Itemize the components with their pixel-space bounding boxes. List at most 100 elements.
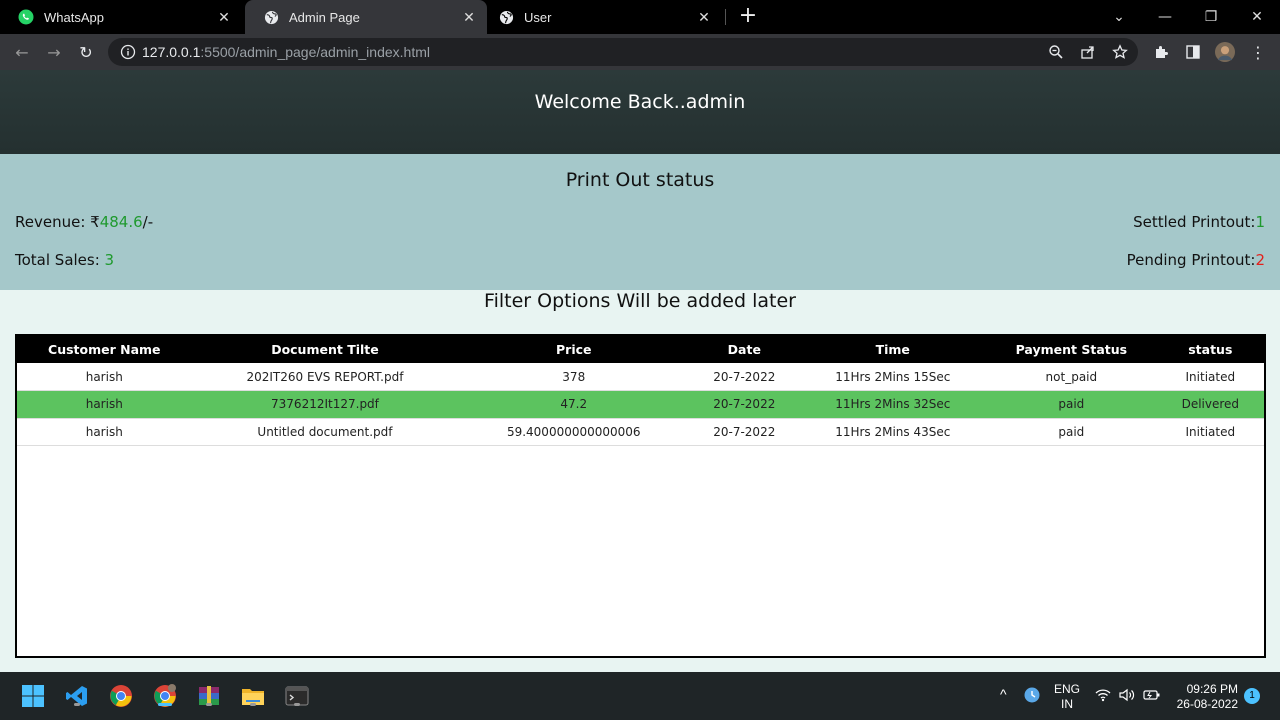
running-indicator [206,703,212,706]
pending-stat: Pending Printout:2 [1127,251,1265,269]
table-cell: Untitled document.pdf [191,418,459,447]
table-cell: 47.2 [458,390,690,419]
pending-value: 2 [1255,251,1265,269]
revenue-suffix: /- [142,213,154,231]
table-cell: paid [986,418,1157,447]
table-cell: Delivered [1156,390,1264,419]
table-cell: not_paid [986,363,1157,392]
table-row[interactable]: harish 202IT260 EVS REPORT.pdf 378 20-7-… [17,363,1264,392]
total-sales-label: Total Sales: [15,251,105,269]
language-code: ENG [1054,682,1081,696]
pending-label: Pending Printout: [1126,251,1256,269]
menu-icon[interactable]: ⋮ [1248,42,1268,62]
vscode-icon[interactable] [63,682,91,710]
close-window-icon[interactable]: ✕ [1234,0,1280,34]
print-status-panel: Print Out status Revenue: ₹484.6/- Total… [0,154,1280,290]
chrome-profile-icon[interactable] [151,682,179,710]
table-cell: 20-7-2022 [689,390,800,419]
new-tab-button[interactable]: + [737,5,759,27]
table-cell: Initiated [1156,363,1264,392]
settled-stat: Settled Printout:1 [1133,213,1265,231]
minimize-icon[interactable]: — [1142,0,1188,34]
chrome-icon[interactable] [107,682,135,710]
address-bar[interactable]: 127.0.0.1:5500/admin_page/admin_index.ht… [108,38,1138,66]
tab-whatsapp[interactable]: WhatsApp ✕ [0,0,242,34]
revenue-value: 484.6 [99,213,143,231]
globe-icon [263,9,279,25]
share-icon[interactable] [1078,42,1098,62]
settled-value: 1 [1255,213,1265,231]
tab-label: User [524,9,552,25]
tab-label: Admin Page [289,9,360,25]
language-indicator[interactable]: ENG IN [1054,682,1080,712]
close-icon[interactable]: ✕ [216,9,232,25]
column-header[interactable]: Payment Status [986,336,1157,363]
table-cell: Initiated [1156,418,1264,447]
avatar[interactable] [1215,42,1235,62]
notification-badge[interactable]: 1 [1244,688,1260,704]
volume-icon[interactable] [1119,688,1135,705]
table-cell: 11Hrs 2Mins 43Sec [799,418,987,447]
chevron-up-icon[interactable]: ^ [1000,686,1007,702]
column-header[interactable]: Time [799,336,987,363]
table-cell: harish [17,363,192,392]
close-icon[interactable]: ✕ [461,9,477,25]
tab-divider [725,9,726,25]
table-cell: 11Hrs 2Mins 15Sec [799,363,987,392]
url-host: 127.0.0.1 [142,44,201,60]
wifi-icon[interactable] [1095,688,1111,705]
terminal-icon[interactable] [283,682,311,710]
table-cell: 202IT260 EVS REPORT.pdf [191,363,459,392]
column-header[interactable]: Date [689,336,800,363]
battery-icon[interactable] [1143,688,1161,705]
info-icon[interactable] [120,44,136,60]
url-path: :5500/admin_page/admin_index.html [200,44,430,60]
chevron-down-icon[interactable]: ⌄ [1096,0,1142,34]
windows-start-icon[interactable] [19,682,47,710]
column-header[interactable]: Customer Name [17,336,192,363]
orders-table-container: Customer Name Document Tilte Price Date … [15,334,1266,658]
table-cell: 20-7-2022 [689,418,800,447]
table-cell: 7376212It127.pdf [191,390,459,419]
browser-toolbar: ← → ↻ 127.0.0.1:5500/admin_page/admin_in… [0,34,1280,70]
extensions-icon[interactable] [1151,42,1171,62]
table-cell: 59.400000000000006 [458,418,690,447]
forward-arrow-icon[interactable]: → [42,40,66,64]
file-explorer-icon[interactable] [239,682,267,710]
taskbar: ^ ENG IN 09:26 PM 26-08-2022 1 [0,672,1280,720]
winrar-icon[interactable] [195,682,223,710]
date: 26-08-2022 [1176,697,1238,711]
orders-table: Customer Name Document Tilte Price Date … [17,336,1264,447]
table-cell: 20-7-2022 [689,363,800,392]
tab-label: WhatsApp [44,9,104,25]
restore-icon[interactable]: ❐ [1188,0,1234,34]
back-arrow-icon[interactable]: ← [10,40,34,64]
globe-icon [498,9,514,25]
column-header[interactable]: status [1156,336,1264,363]
table-cell: paid [986,390,1157,419]
table-cell: harish [17,390,192,419]
side-panel-icon[interactable] [1183,42,1203,62]
running-indicator [74,703,80,706]
table-row[interactable]: harish Untitled document.pdf 59.40000000… [17,418,1264,447]
page-content: Welcome Back..admin Print Out status Rev… [0,70,1280,672]
tab-user[interactable]: User ✕ [480,0,722,34]
reload-icon[interactable]: ↻ [74,40,98,64]
whatsapp-icon [18,9,34,25]
welcome-text: Welcome Back..admin [534,91,746,113]
column-header[interactable]: Price [458,336,690,363]
close-icon[interactable]: ✕ [696,9,712,25]
star-icon[interactable] [1110,42,1130,62]
tab-admin-page[interactable]: Admin Page ✕ [245,0,487,34]
table-cell: harish [17,418,192,447]
revenue-currency: ₹ [90,213,100,231]
table-cell: 378 [458,363,690,392]
clock[interactable]: 09:26 PM 26-08-2022 [1172,682,1238,712]
settled-label: Settled Printout: [1133,213,1256,231]
total-sales-stat: Total Sales: 3 [15,251,114,269]
running-indicator [294,703,300,706]
column-header[interactable]: Document Tilte [191,336,459,363]
clock-app-icon[interactable] [1024,687,1040,706]
table-row[interactable]: harish 7376212It127.pdf 47.2 20-7-2022 1… [17,390,1264,419]
zoom-icon[interactable] [1046,42,1066,62]
